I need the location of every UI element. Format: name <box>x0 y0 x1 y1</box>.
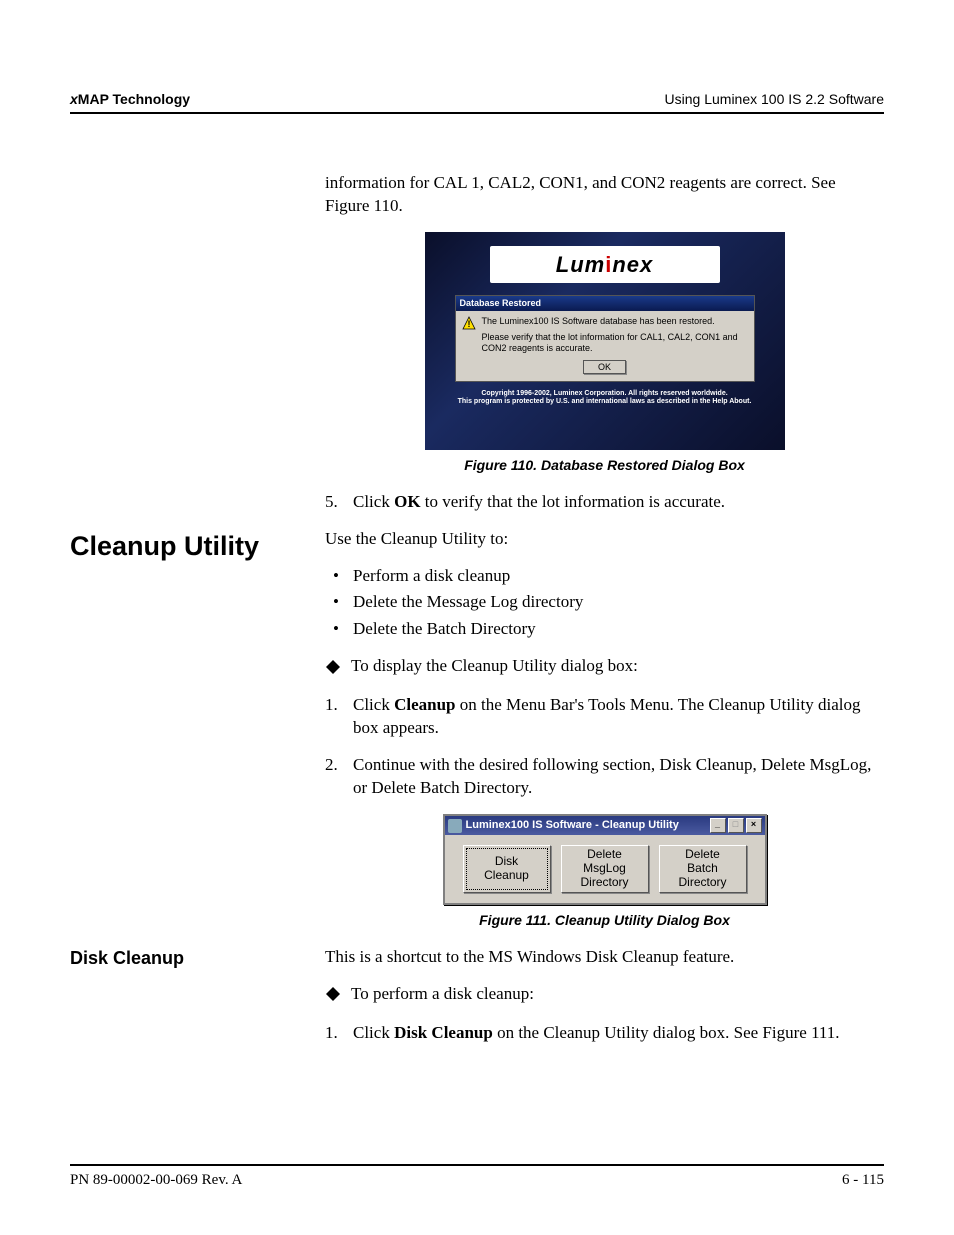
step-5-bold: OK <box>394 492 420 511</box>
close-button[interactable]: × <box>746 818 762 833</box>
heading-cleanup-utility: Cleanup Utility <box>70 528 325 946</box>
disk-cleanup-lead-in-text: To perform a disk cleanup: <box>351 983 534 1006</box>
app-icon <box>448 819 462 833</box>
step-5-pre: Click <box>353 492 394 511</box>
heading-disk-cleanup: Disk Cleanup <box>70 946 325 1059</box>
delete-msglog-button-label: Delete MsgLog Directory <box>580 848 628 889</box>
cleanup-step-2: 2. Continue with the desired following s… <box>325 754 884 800</box>
maximize-button[interactable]: □ <box>728 818 744 833</box>
ok-button[interactable]: OK <box>583 360 626 374</box>
header-right: Using Luminex 100 IS 2.2 Software <box>665 90 884 109</box>
warning-icon: ! <box>462 316 476 330</box>
procedure-lead-in: To display the Cleanup Utility dialog bo… <box>325 655 884 678</box>
figure-111: Luminex100 IS Software - Cleanup Utility… <box>325 814 884 905</box>
step-5: 5. Click OK to verify that the lot infor… <box>325 491 884 514</box>
cleanup-step-2-text: Continue with the desired following sect… <box>353 755 871 797</box>
window-title-text: Luminex100 IS Software - Cleanup Utility <box>466 818 679 833</box>
cleanup-step-1-bold: Cleanup <box>394 695 455 714</box>
copyright-line-2: This program is protected by U.S. and in… <box>458 398 752 406</box>
cleanup-step-2-num: 2. <box>325 754 338 777</box>
luminex-logo: Luminex <box>490 246 720 284</box>
diamond-icon <box>325 986 341 1002</box>
procedure-lead-in-text: To display the Cleanup Utility dialog bo… <box>351 655 638 678</box>
header-tech-text: MAP Technology <box>78 91 190 107</box>
disk-cleanup-intro: This is a shortcut to the MS Windows Dis… <box>325 946 884 969</box>
database-restored-dialog: Database Restored ! The Luminex100 IS So… <box>455 295 755 382</box>
cleanup-bullet-1: Perform a disk cleanup <box>325 565 884 588</box>
disk-cleanup-step-1-pre: Click <box>353 1023 394 1042</box>
dialog-title: Database Restored <box>456 296 754 310</box>
cleanup-step-1-num: 1. <box>325 694 338 717</box>
dialog-line-2: Please verify that the lot information f… <box>482 332 748 354</box>
running-footer: PN 89-00002-00-069 Rev. A 6 - 115 <box>70 1164 884 1190</box>
cleanup-utility-window: Luminex100 IS Software - Cleanup Utility… <box>443 814 767 905</box>
step-5-number: 5. <box>325 491 338 514</box>
figure-110-caption: Figure 110. Database Restored Dialog Box <box>325 456 884 475</box>
disk-cleanup-button-label: Disk Cleanup <box>484 855 529 883</box>
delete-batch-button-label: Delete Batch Directory <box>678 848 726 889</box>
step-5-post: to verify that the lot information is ac… <box>421 492 725 511</box>
delete-batch-button[interactable]: Delete Batch Directory <box>659 845 747 893</box>
disk-cleanup-button[interactable]: Disk Cleanup <box>463 845 551 893</box>
cleanup-intro: Use the Cleanup Utility to: <box>325 528 884 551</box>
logo-pre: Lum <box>556 252 605 277</box>
disk-cleanup-step-1-bold: Disk Cleanup <box>394 1023 493 1042</box>
splash-copyright: Copyright 1996-2002, Luminex Corporation… <box>458 390 752 405</box>
disk-cleanup-step-1-num: 1. <box>325 1022 338 1045</box>
disk-cleanup-step-1: 1. Click Disk Cleanup on the Cleanup Uti… <box>325 1022 884 1045</box>
footer-right: 6 - 115 <box>842 1170 884 1190</box>
cleanup-bullet-2: Delete the Message Log directory <box>325 591 884 614</box>
intro-continuation: information for CAL 1, CAL2, CON1, and C… <box>325 172 884 218</box>
header-tech: xMAP Technology <box>70 90 190 109</box>
fig110-splash: Luminex Database Restored ! The Luminex1… <box>425 232 785 450</box>
cleanup-step-1-pre: Click <box>353 695 394 714</box>
footer-left: PN 89-00002-00-069 Rev. A <box>70 1170 242 1190</box>
running-header: xMAP Technology Using Luminex 100 IS 2.2… <box>70 90 884 114</box>
svg-text:!: ! <box>467 319 470 329</box>
minimize-button[interactable]: _ <box>710 818 726 833</box>
dialog-line-1: The Luminex100 IS Software database has … <box>482 316 715 327</box>
copyright-line-1: Copyright 1996-2002, Luminex Corporation… <box>458 390 752 398</box>
disk-cleanup-lead-in: To perform a disk cleanup: <box>325 983 884 1006</box>
disk-cleanup-step-1-post: on the Cleanup Utility dialog box. See F… <box>493 1023 840 1042</box>
logo-suf: nex <box>612 252 653 277</box>
diamond-icon <box>325 659 341 675</box>
cleanup-step-1: 1. Click Cleanup on the Menu Bar's Tools… <box>325 694 884 740</box>
window-titlebar: Luminex100 IS Software - Cleanup Utility… <box>445 816 765 835</box>
header-x-italic: x <box>70 91 78 107</box>
figure-110: Luminex Database Restored ! The Luminex1… <box>325 232 884 450</box>
figure-111-caption: Figure 111. Cleanup Utility Dialog Box <box>325 911 884 930</box>
cleanup-bullet-3: Delete the Batch Directory <box>325 618 884 641</box>
delete-msglog-button[interactable]: Delete MsgLog Directory <box>561 845 649 893</box>
